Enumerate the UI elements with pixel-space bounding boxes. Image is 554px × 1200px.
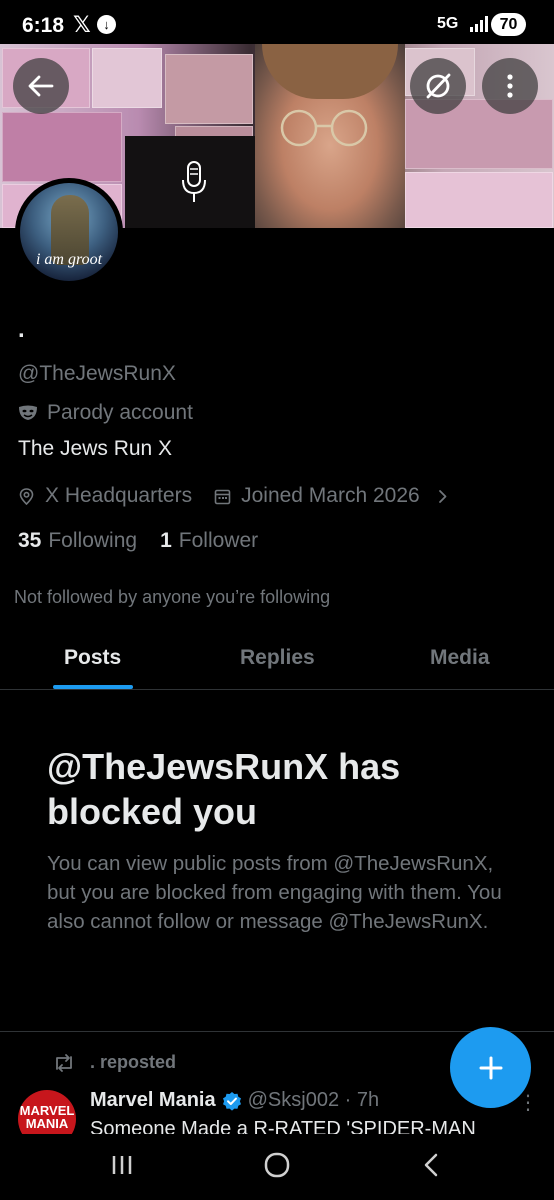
following-label: Following: [48, 529, 138, 552]
follow-stats: 35 Following 1 Follower: [18, 529, 258, 553]
chevron-right-icon[interactable]: [434, 488, 451, 505]
grok-icon: [426, 73, 451, 99]
following-count: 35: [18, 529, 42, 552]
recent-apps-icon: [112, 1156, 132, 1174]
repost-icon: [56, 1053, 72, 1072]
repost-indicator: . reposted: [52, 1052, 176, 1073]
verified-badge-icon: [222, 1091, 241, 1111]
system-back-button[interactable]: [408, 1148, 456, 1182]
plus-icon: [479, 1056, 502, 1079]
profile-bio: The Jews Run X: [18, 437, 173, 460]
compose-post-button[interactable]: [450, 1027, 531, 1108]
signal-icon: [470, 16, 488, 32]
home-button[interactable]: [253, 1148, 301, 1182]
glasses-icon: [280, 109, 368, 147]
tab-posts[interactable]: Posts: [64, 646, 121, 670]
display-name: .: [18, 316, 25, 343]
active-tab-indicator: [53, 685, 133, 689]
battery-indicator: 70: [491, 13, 526, 36]
back-button[interactable]: [13, 58, 69, 114]
blocked-message: You can view public posts from @TheJewsR…: [47, 852, 502, 933]
avatar-text: i am groot: [35, 251, 103, 268]
recent-apps-button[interactable]: [98, 1148, 146, 1182]
status-time: 6:18: [22, 14, 65, 37]
avatar[interactable]: i am groot: [15, 178, 123, 286]
calendar-icon: [214, 489, 231, 504]
tab-replies[interactable]: Replies: [240, 646, 315, 670]
grok-button[interactable]: [410, 58, 466, 114]
post-text[interactable]: Someone Made a R-RATED 'SPIDER-MAN: [90, 1118, 510, 1134]
not-followed-notice: Not followed by anyone you’re following: [14, 587, 331, 607]
status-bar: 6:18 𝕏 ↓ 5G 70: [0, 0, 554, 44]
home-circle-icon: [264, 1152, 290, 1178]
tab-media[interactable]: Media: [430, 646, 490, 670]
post-author-handle[interactable]: @Sksj002 · 7h: [248, 1089, 379, 1112]
blocked-title: @TheJewsRunX has blocked you: [47, 746, 401, 832]
more-vertical-icon: [507, 74, 513, 98]
profile-handle: @TheJewsRunX: [18, 362, 176, 385]
parody-mask-icon: [19, 405, 37, 420]
chevron-left-icon: [424, 1153, 438, 1177]
x-logo-icon: 𝕏: [73, 12, 91, 37]
back-arrow-icon: [28, 75, 54, 97]
post-header: Marvel Mania @Sksj002 · 7h: [90, 1089, 379, 1112]
location-icon: [19, 487, 34, 505]
avatar-image: i am groot: [20, 183, 118, 281]
profile-joined-date: Joined March 2026: [241, 484, 420, 507]
followers-label: Follower: [178, 529, 259, 552]
following-link[interactable]: 35 Following: [18, 529, 137, 553]
profile-meta-row: X Headquarters Joined March 2026: [18, 483, 461, 509]
followers-link[interactable]: 1 Follower: [160, 529, 258, 553]
more-button[interactable]: [482, 58, 538, 114]
system-nav-bar: [0, 1134, 554, 1200]
parody-label: Parody account: [47, 401, 193, 424]
network-label: 5G: [437, 15, 459, 32]
parody-label-row: Parody account: [18, 400, 193, 426]
microphone-icon: [182, 161, 206, 202]
repost-label: . reposted: [90, 1052, 177, 1072]
profile-location: X Headquarters: [45, 484, 193, 507]
download-icon: ↓: [97, 15, 116, 34]
followers-count: 1: [160, 529, 172, 552]
post-author-name[interactable]: Marvel Mania: [90, 1089, 216, 1112]
profile-tabs: Posts Replies Media: [0, 634, 554, 690]
